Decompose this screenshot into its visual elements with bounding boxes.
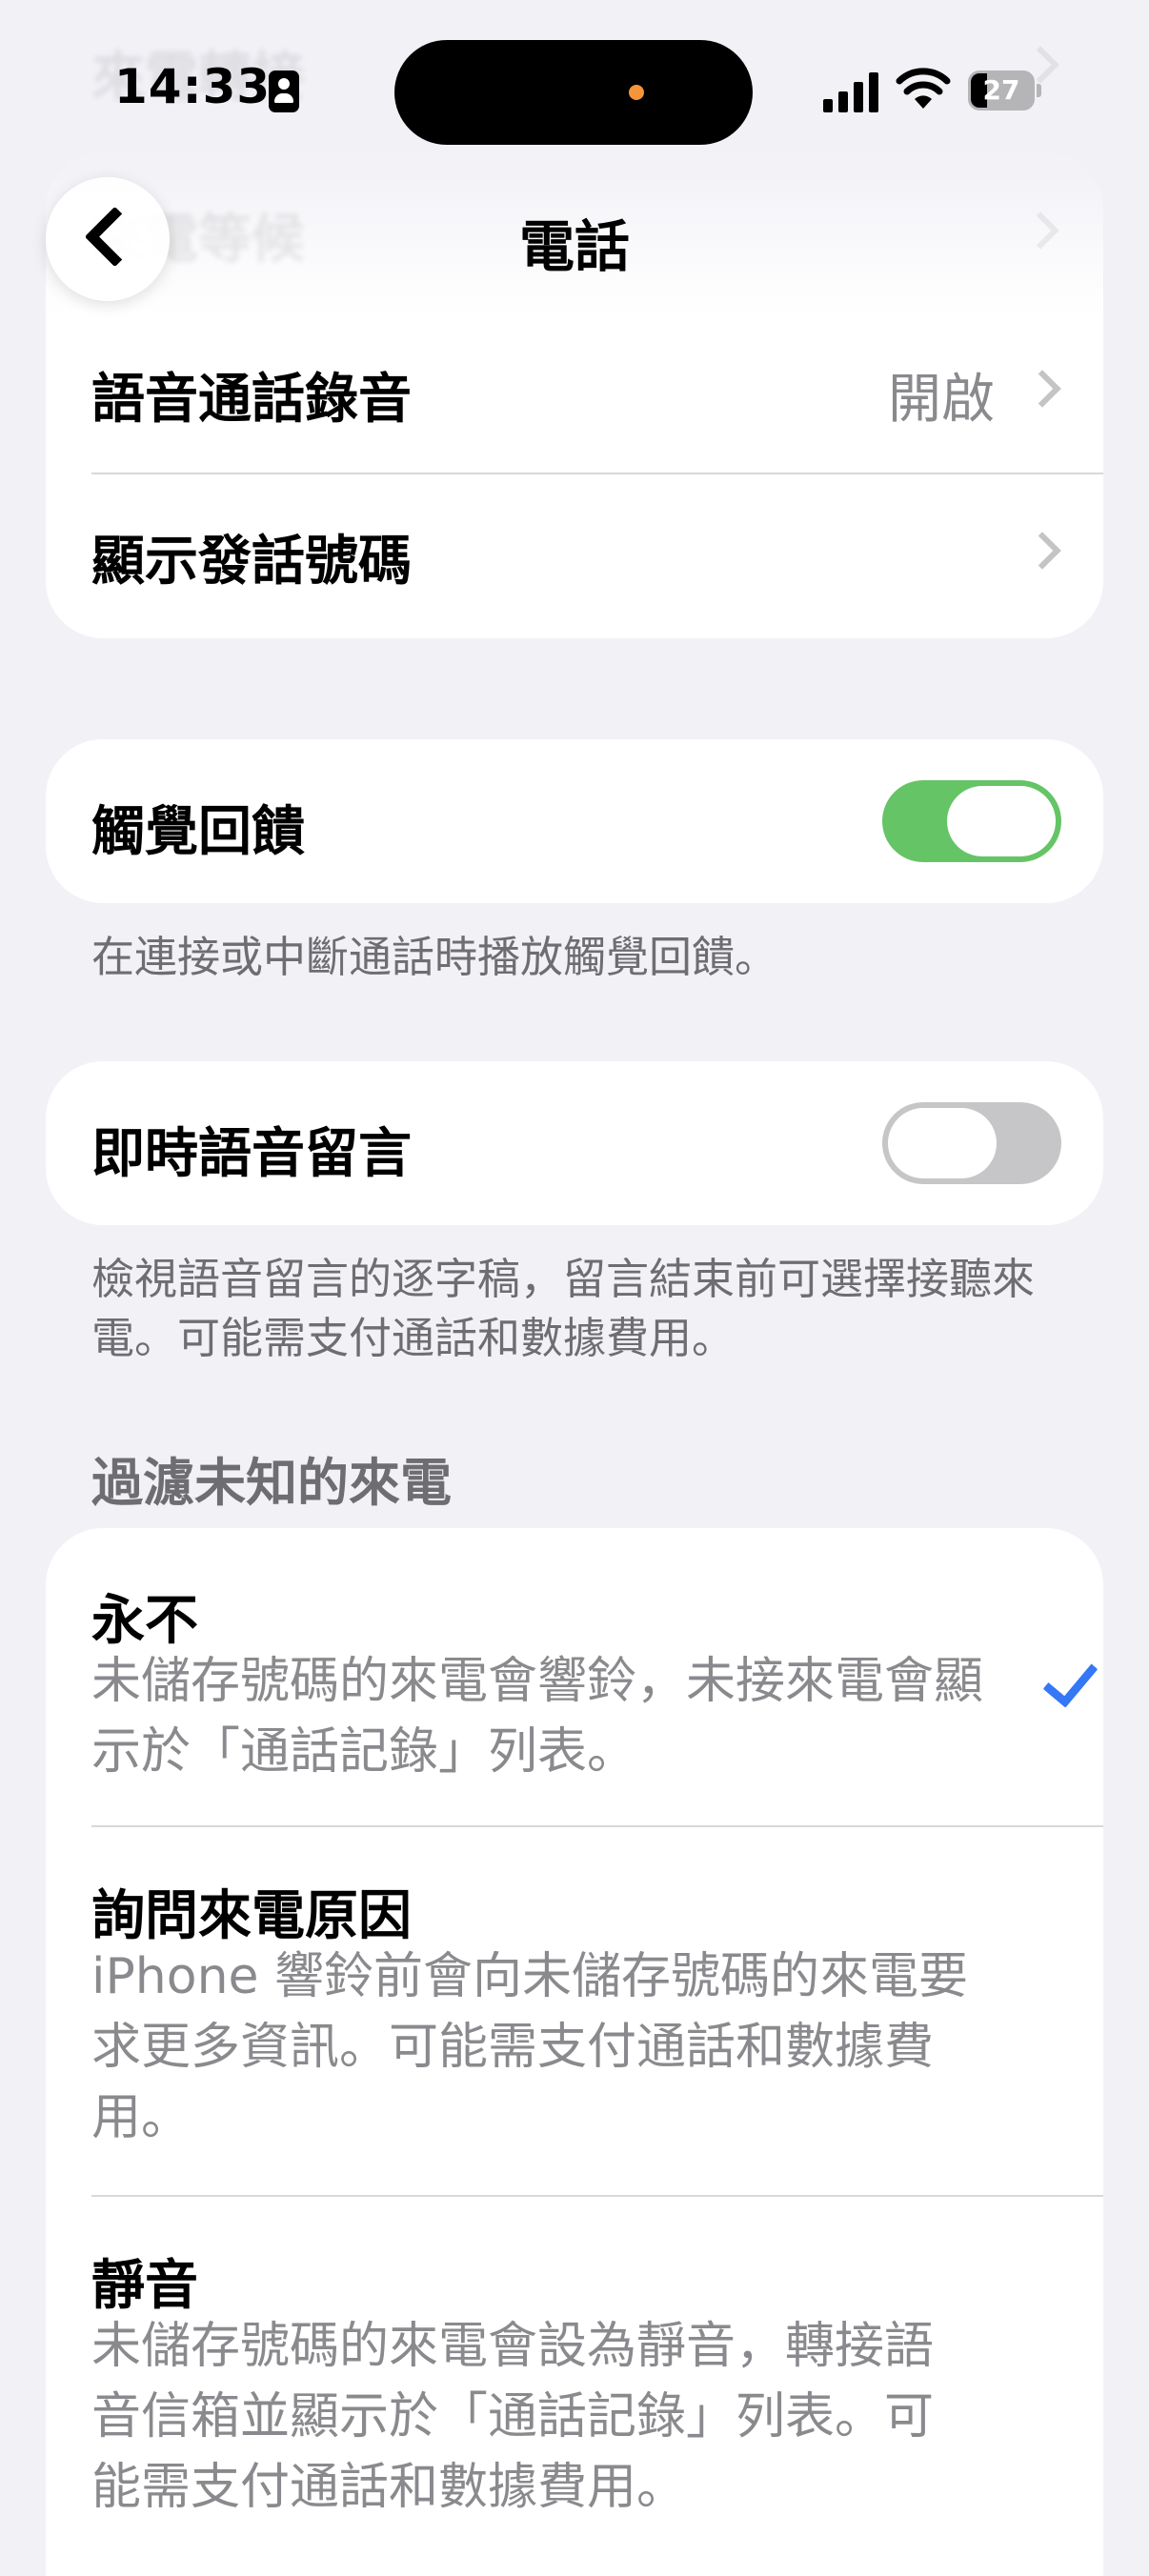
- battery-icon: 27: [968, 70, 1042, 114]
- row-label: 顯示發話號碼: [91, 531, 412, 593]
- haptics-footnote: 在連接或中斷通話時播放觸覺回饋。: [91, 932, 778, 982]
- status-time: 14:33: [114, 59, 272, 114]
- battery-level: 27: [982, 74, 1020, 106]
- toggle-knob: [947, 786, 1056, 856]
- checkmark-icon: [1042, 1650, 1099, 1708]
- recording-indicator-icon: [629, 85, 644, 100]
- row-label: 即時語音留言: [91, 1123, 412, 1185]
- live-voicemail-row: 即時語音留言: [46, 1061, 1103, 1225]
- option-description: 未儲存號碼的來電會響鈴，未接來電會顯示於「通話記錄」列表。: [91, 1653, 984, 1781]
- option-ask-reason-row[interactable]: 詢問來電原因 iPhone 響鈴前會向未儲存號碼的來電要求更多資訊。可能需支付通…: [46, 1827, 1103, 2195]
- haptics-toggle[interactable]: [882, 780, 1061, 862]
- wifi-icon: [896, 68, 951, 109]
- row-label: 語音通話錄音: [91, 369, 412, 431]
- option-description: iPhone 響鈴前會向未儲存號碼的來電要求更多資訊。可能需支付通話和數據費用。: [91, 1948, 969, 2146]
- screen-unknown-group: 永不 未儲存號碼的來電會響鈴，未接來電會顯示於「通話記錄」列表。 詢問來電原因 …: [46, 1528, 1103, 2576]
- live-voicemail-toggle[interactable]: [882, 1102, 1061, 1184]
- option-never-row[interactable]: 永不 未儲存號碼的來電會響鈴，未接來電會顯示於「通話記錄」列表。: [46, 1528, 1103, 1825]
- option-title: 靜音: [91, 2255, 198, 2317]
- haptics-group: 觸覺回饋: [46, 739, 1103, 903]
- row-value: 開啟: [888, 369, 995, 431]
- chevron-right-icon: [1023, 532, 1061, 570]
- page-title: 電話: [518, 214, 630, 279]
- haptics-row: 觸覺回饋: [46, 739, 1103, 903]
- live-voicemail-footnote: 檢視語音留言的逐字稿，留言結束前可選擇接聽來電。可能需支付通話和數據費用。: [91, 1254, 1036, 1363]
- option-description: 未儲存號碼的來電會設為靜音，轉接語音信箱並顯示於「通話記錄」列表。可能需支付通話…: [91, 2318, 935, 2516]
- dynamic-island: [394, 40, 753, 145]
- sim-card-icon: [269, 70, 299, 112]
- cellular-signal-icon: [823, 72, 878, 112]
- option-silence-row[interactable]: 靜音 未儲存號碼的來電會設為靜音，轉接語音信箱並顯示於「通話記錄」列表。可能需支…: [46, 2197, 1103, 2576]
- chevron-right-icon: [1023, 370, 1061, 408]
- option-title: 永不: [91, 1590, 198, 1652]
- voice-call-recording-row[interactable]: 語音通話錄音 開啟: [46, 305, 1103, 467]
- section-header: 過濾未知的來電: [91, 1453, 452, 1513]
- option-title: 詢問來電原因: [91, 1885, 412, 1947]
- row-label: 觸覺回饋: [91, 801, 305, 863]
- show-caller-id-row[interactable]: 顯示發話號碼: [46, 474, 1103, 638]
- live-voicemail-group: 即時語音留言: [46, 1061, 1103, 1225]
- toggle-knob: [888, 1108, 997, 1178]
- status-bar: 14:33 27: [0, 0, 1149, 181]
